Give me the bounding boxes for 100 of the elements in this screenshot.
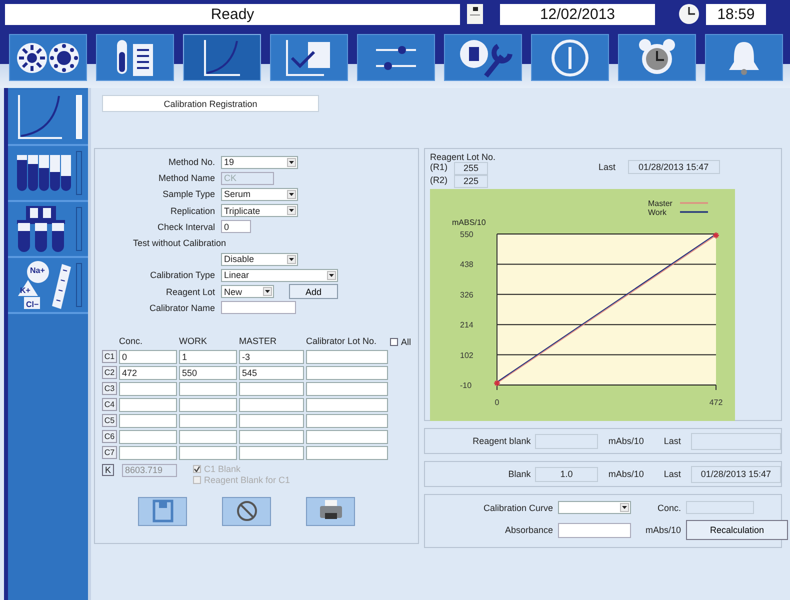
field-label: Blank [507, 469, 531, 479]
tab[interactable] [9, 34, 87, 81]
table-cell[interactable] [119, 430, 177, 444]
input-field[interactable]: 0 [221, 220, 251, 234]
input-field[interactable] [221, 301, 296, 314]
table-cell[interactable] [239, 382, 304, 396]
lot-label: (R1) [430, 162, 448, 174]
sidebar-item[interactable] [8, 146, 88, 202]
column-header: Conc. [119, 336, 144, 348]
form-label: Calibration Type [149, 270, 215, 280]
power-icon [550, 38, 590, 78]
dropdown[interactable]: 19 [221, 156, 298, 169]
caret-icon [287, 158, 296, 167]
data-point [712, 232, 720, 239]
unit-label: mAbs/10 [608, 469, 644, 479]
checkbox-label: All [401, 336, 412, 347]
table-cell[interactable]: -3 [239, 350, 304, 364]
factor-label: K [102, 464, 114, 476]
tab[interactable] [270, 34, 348, 81]
checkbox-label: Reagent Blank for C1 [204, 474, 290, 485]
table-cell[interactable]: 1 [179, 350, 237, 364]
ion-label: Cl− [26, 300, 39, 309]
dropdown[interactable]: Disable [221, 252, 298, 266]
table-cell[interactable]: 550 [179, 366, 237, 380]
row-label: C6 [102, 430, 117, 443]
table-cell[interactable] [119, 398, 177, 412]
table-cell[interactable] [306, 430, 388, 444]
table-cell[interactable] [119, 382, 177, 396]
add-button[interactable]: Add [289, 284, 338, 300]
save-button[interactable] [138, 496, 187, 526]
recalculation-button[interactable]: Recalculation [686, 520, 788, 540]
caret-icon [620, 503, 629, 512]
slot-indicator [76, 95, 82, 139]
form-label: Method No. [167, 157, 215, 168]
tab[interactable] [183, 34, 261, 81]
legend-label: Work [648, 208, 667, 217]
tab[interactable] [96, 34, 174, 81]
caret-icon [287, 190, 296, 199]
checkbox[interactable] [390, 338, 398, 346]
table-cell[interactable] [179, 382, 237, 396]
table-cell[interactable] [239, 398, 304, 412]
table-cell[interactable] [119, 414, 177, 428]
ions-icon [16, 260, 72, 310]
save-icon [152, 499, 174, 524]
form-label: Test without Calibration [132, 238, 228, 248]
dropdown[interactable]: New [221, 285, 274, 298]
ion-label: K+ [20, 286, 30, 295]
slot-indicator [76, 151, 82, 195]
table-cell[interactable] [306, 382, 388, 396]
tube-rack-icon [16, 205, 66, 253]
table-cell[interactable] [119, 446, 177, 460]
print-button[interactable] [306, 496, 355, 526]
table-cell[interactable] [306, 366, 388, 380]
tick-label: 102 [460, 350, 474, 360]
tick-label: 0 [494, 398, 500, 407]
form-label: Calibrator Name [148, 302, 215, 313]
dropdown[interactable]: Serum [221, 188, 298, 201]
input-field[interactable] [558, 522, 631, 538]
page-title: Calibration Registration [102, 95, 319, 112]
last-label: Last [664, 436, 681, 446]
table-cell[interactable] [239, 414, 304, 428]
dropdown[interactable] [558, 501, 631, 514]
table-cell[interactable] [306, 398, 388, 412]
value-field [686, 501, 754, 514]
caret-icon [287, 206, 296, 216]
lot-value: 225 [454, 175, 488, 188]
date-field: 12/02/2013 [500, 4, 655, 24]
table-cell[interactable] [179, 430, 237, 444]
table-cell[interactable]: 0 [119, 350, 177, 364]
status-field: Ready [5, 4, 460, 24]
tab[interactable] [444, 34, 522, 81]
table-cell[interactable] [306, 414, 388, 428]
sidebar-item[interactable]: Na+ K+ Cl− [8, 258, 88, 314]
last-date-field: 01/28/2013 15:47 [628, 160, 720, 174]
table-cell[interactable] [239, 446, 304, 460]
field-label: Reagent blank [472, 436, 531, 446]
last-label: Last [664, 469, 681, 479]
checkbox-label: C1 Blank [204, 464, 241, 474]
table-cell[interactable]: 545 [239, 366, 304, 380]
time-field: 18:59 [706, 4, 766, 24]
table-cell[interactable] [239, 430, 304, 444]
legend-line [680, 211, 708, 213]
form-label: Sample Type [162, 189, 215, 200]
dropdown[interactable]: Triplicate [221, 204, 298, 218]
lot-label: (R2) [430, 175, 448, 187]
sidebar-item[interactable] [8, 90, 88, 146]
cancel-button[interactable] [222, 496, 271, 526]
table-cell[interactable] [179, 398, 237, 412]
table-cell[interactable] [306, 446, 388, 460]
column-header: WORK [179, 336, 208, 348]
table-cell[interactable] [179, 414, 237, 428]
table-cell[interactable] [179, 446, 237, 460]
form-label: Method Name [157, 173, 215, 184]
dropdown[interactable]: Linear [221, 268, 338, 282]
sidebar-item[interactable] [8, 202, 88, 258]
row-label: C2 [102, 366, 117, 379]
table-cell[interactable]: 472 [119, 366, 177, 380]
table-cell[interactable] [306, 350, 388, 364]
tab[interactable] [357, 34, 435, 81]
tick-label: 214 [460, 320, 474, 330]
